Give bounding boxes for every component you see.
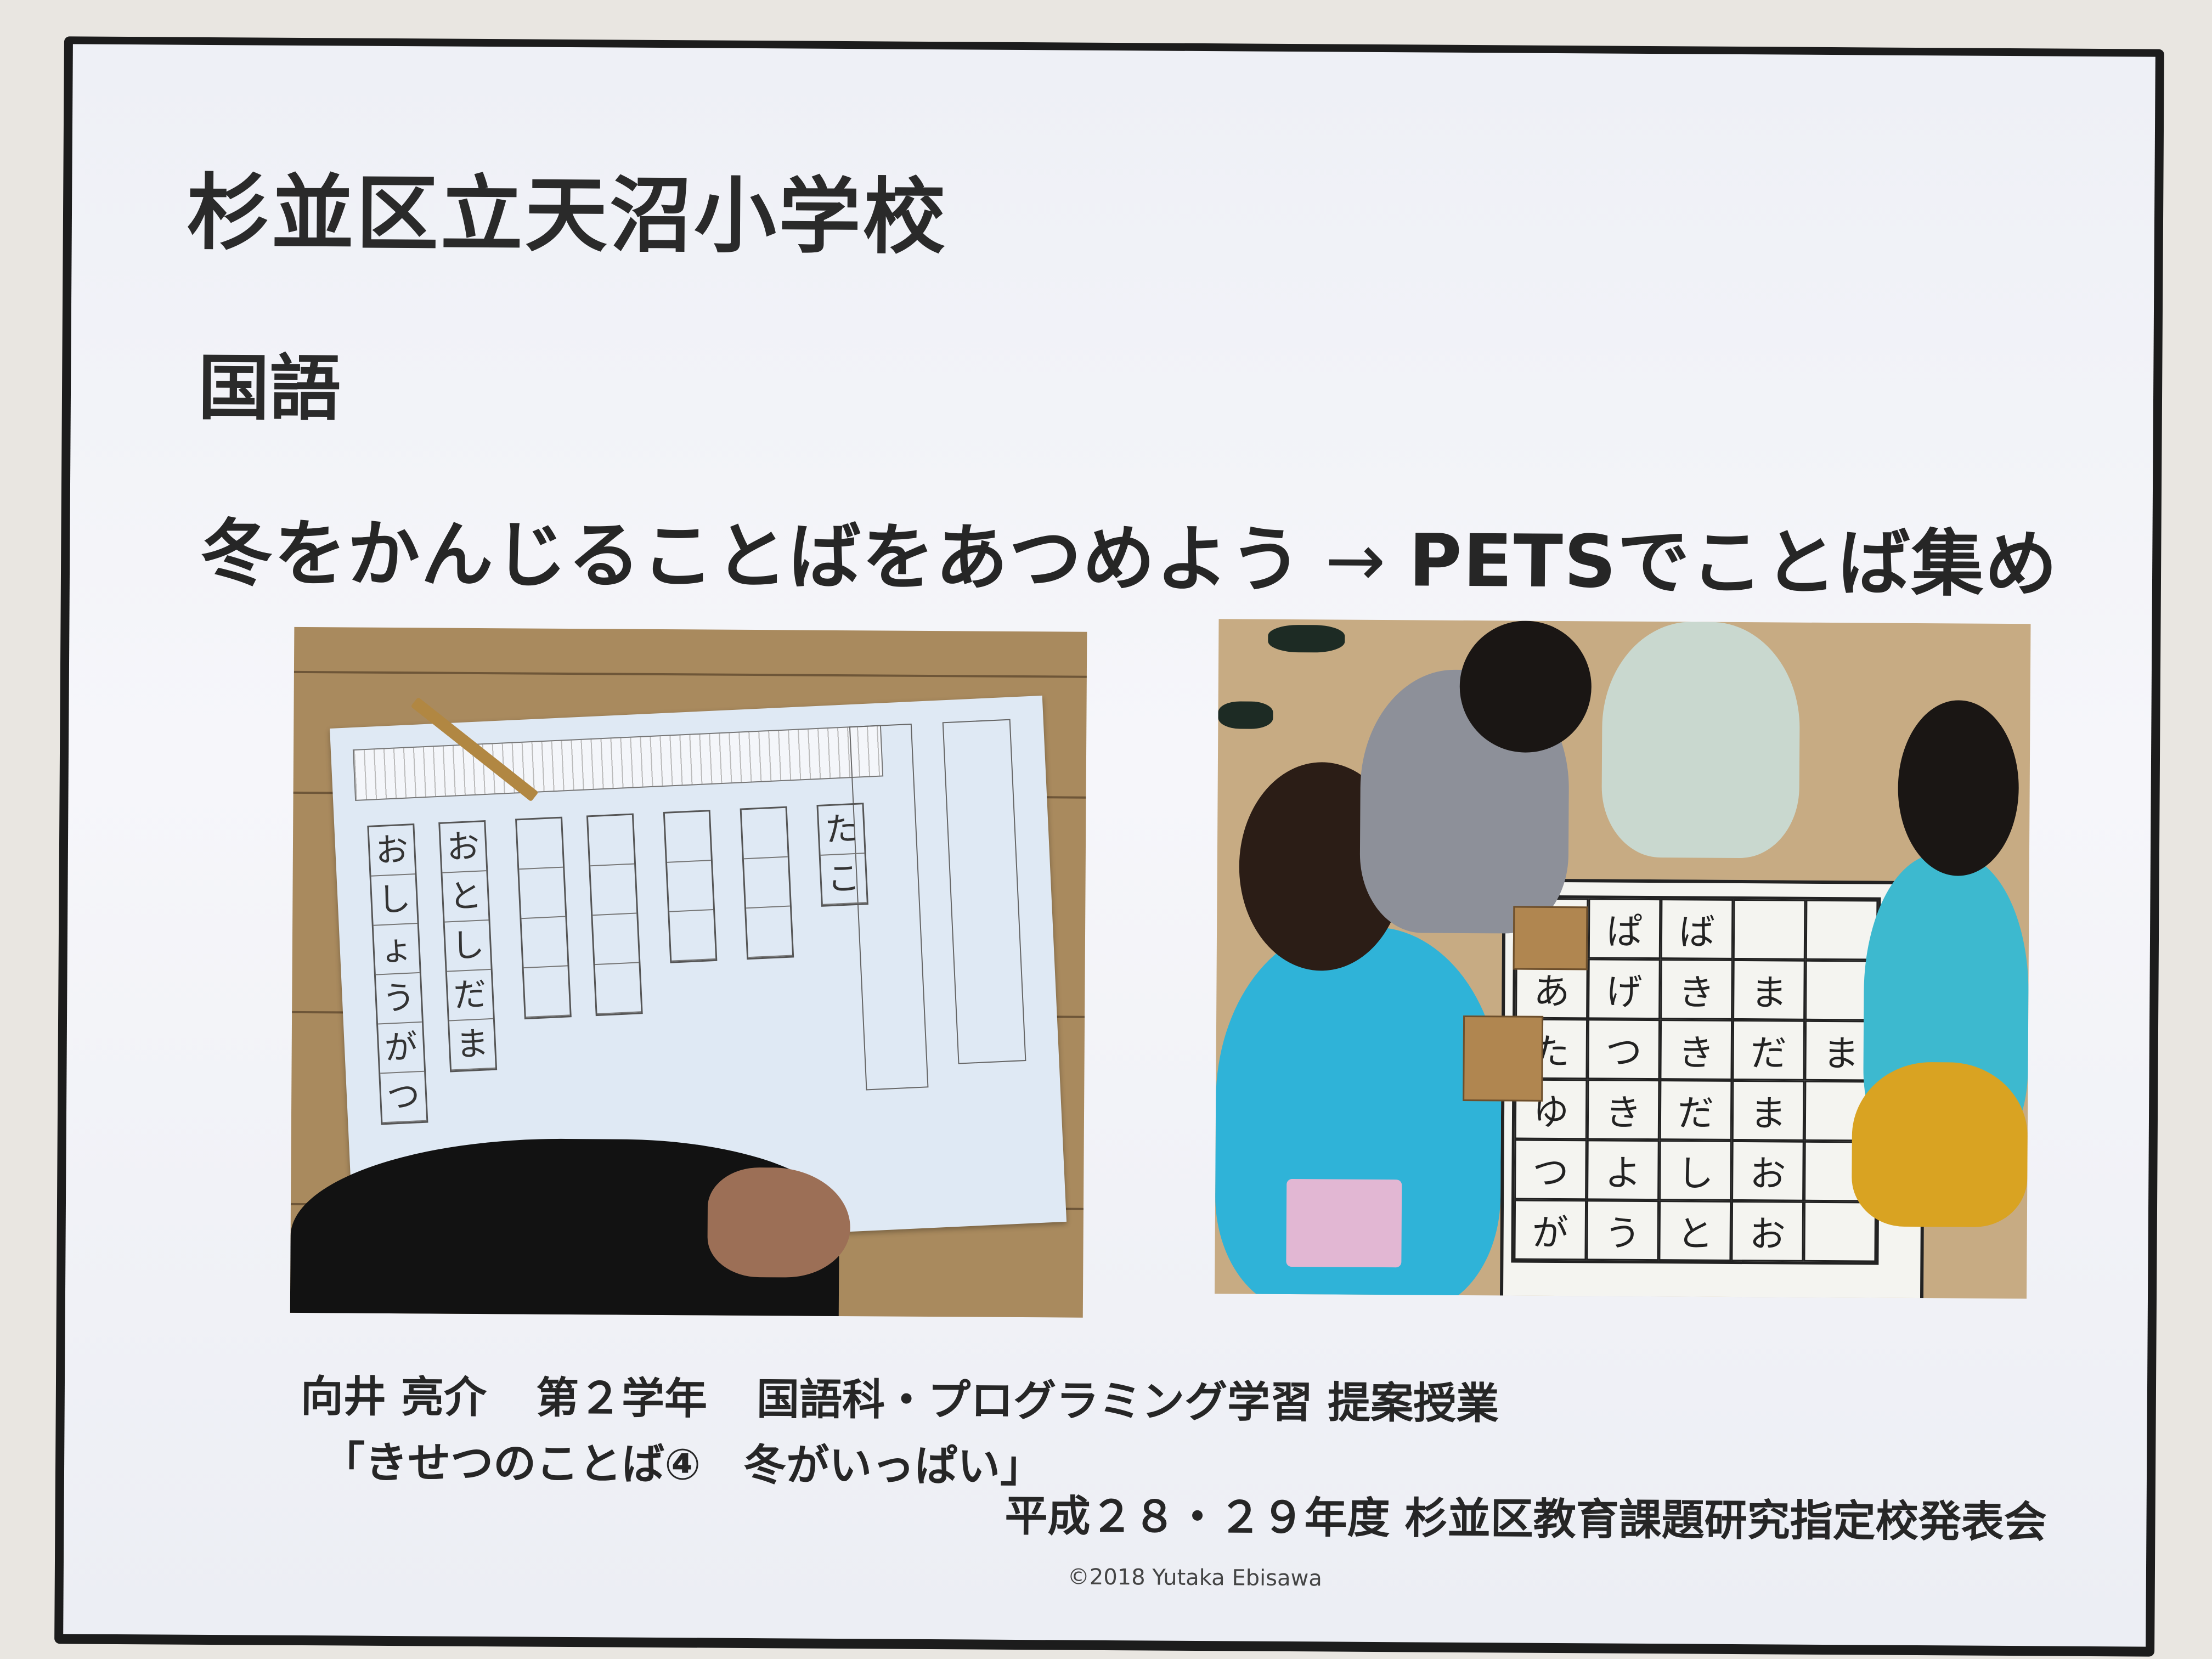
worksheet-header-box <box>942 719 1026 1064</box>
worksheet-photo: たこおとしだまおしょうがつ <box>290 627 1087 1318</box>
pets-robot <box>1463 1015 1544 1102</box>
worksheet-cell: ま <box>449 1019 496 1071</box>
caption-line-3: 平成２８・２９年度 杉並区教育課題研究指定校発表会 <box>1005 1491 2047 1548</box>
shoe <box>1218 701 1273 729</box>
worksheet-cell <box>519 867 566 919</box>
worksheet-cell <box>590 864 637 916</box>
child-green-shirt <box>1601 621 1801 859</box>
topic-text: 冬をかんじることばをあつめよう <box>200 511 1304 603</box>
kana-grid-cell: ぱ <box>1588 898 1661 960</box>
worksheet-cell: と <box>442 871 489 923</box>
kana-grid-cell: だ <box>1659 1080 1733 1141</box>
kana-grid-cell: だ <box>1732 1019 1805 1081</box>
kana-grid-cell: う <box>1586 1200 1660 1261</box>
kana-grid-cell: と <box>1658 1200 1732 1261</box>
grade: 第２学年 <box>535 1373 708 1424</box>
classroom-photo: つぱばあげきまたつきだまゆきだまつよしおがうとお <box>1215 619 2031 1299</box>
copyright: ©2018 Yutaka Ebisawa <box>1067 1564 1322 1592</box>
teacher-name: 向井 亮介 <box>300 1372 487 1423</box>
worksheet-cell: し <box>444 920 491 972</box>
worksheet-cell: つ <box>380 1071 427 1124</box>
kana-grid-cell: が <box>1514 1199 1587 1261</box>
worksheet-cell <box>588 815 635 867</box>
worksheet-cell <box>521 917 568 969</box>
worksheet-answer-column: おとしだま <box>438 820 498 1073</box>
worksheet-cell: お <box>369 825 415 877</box>
worksheet-cell: し <box>371 874 417 926</box>
worksheet-answer-column: おしょうがつ <box>367 823 428 1125</box>
slide-title-school: 杉並区立天沼小学校 <box>187 165 948 266</box>
child-yellow-pants <box>1851 1062 2028 1228</box>
worksheet-cell <box>741 808 788 860</box>
kana-grid-cell: つ <box>1587 1019 1661 1080</box>
worksheet-answer-column <box>740 806 794 960</box>
worksheet-answer-column <box>515 816 572 1020</box>
kana-grid-cell: お <box>1731 1140 1804 1201</box>
worksheet-cell <box>595 963 641 1015</box>
worksheet-cell <box>664 811 711 863</box>
monitor-bezel: 杉並区立天沼小学校 国語 冬をかんじることばをあつめよう → PETSでことば集め … <box>54 36 2164 1657</box>
hiragana-strip <box>352 725 884 801</box>
kana-grid-cell: ま <box>1731 1080 1805 1141</box>
worksheet-cell: う <box>375 973 422 1025</box>
kana-grid-cell: つ <box>1514 1139 1587 1200</box>
worksheet-cell: た <box>818 804 865 856</box>
worksheet-cell <box>517 818 563 870</box>
worksheet-cell <box>523 966 570 1018</box>
shoe <box>1268 624 1345 653</box>
worksheet-instructions-box <box>849 723 929 1091</box>
worksheet-cell <box>743 857 790 909</box>
pink-pouch <box>1286 1178 1402 1268</box>
slide-topic: 冬をかんじることばをあつめよう → PETSでことば集め <box>200 495 2059 611</box>
kana-grid-cell: き <box>1660 1019 1733 1080</box>
kana-grid-cell: し <box>1659 1140 1732 1201</box>
kana-grid-cell: げ <box>1588 958 1661 1020</box>
worksheet-answer-column <box>663 810 718 963</box>
worksheet-cell: が <box>378 1022 425 1074</box>
kana-grid-cell: お <box>1731 1200 1804 1262</box>
kana-grid-cell <box>1733 899 1806 960</box>
kana-grid-cell: き <box>1660 959 1733 1020</box>
presentation-slide: 杉並区立天沼小学校 国語 冬をかんじることばをあつめよう → PETSでことば集め … <box>63 44 2155 1647</box>
worksheet-answer-column: たこ <box>816 803 868 907</box>
kana-grid-cell: ば <box>1660 899 1734 960</box>
worksheet-cell: だ <box>447 969 493 1022</box>
worksheet-cell: こ <box>820 854 867 905</box>
worksheet-cell <box>746 906 793 958</box>
kana-grid-cell: よ <box>1587 1139 1660 1201</box>
floor-plank <box>294 670 1087 678</box>
lesson: 国語科・プログラミング学習 提案授業 <box>756 1375 1499 1429</box>
caption-line-1: 向井 亮介 第２学年 国語科・プログラミング学習 提案授業 <box>301 1362 1499 1431</box>
kana-grid-cell: き <box>1587 1079 1660 1141</box>
worksheet-cell <box>592 913 639 966</box>
child-head <box>1459 620 1592 753</box>
worksheet-cell <box>669 910 716 962</box>
pets-robot <box>1513 906 1588 970</box>
child-head <box>1897 699 2019 877</box>
topic-suffix: PETSでことば集め <box>1408 518 2059 607</box>
worksheet-answer-column <box>586 813 643 1017</box>
worksheet-cell: ょ <box>373 923 420 975</box>
kana-grid-cell: ま <box>1733 959 1805 1020</box>
arrow-icon: → <box>1324 518 1387 603</box>
worksheet-cell <box>667 861 714 912</box>
slide-subject: 国語 <box>198 346 341 431</box>
caption-line-2: 「きせつのことば④ 冬がいっぱい」 <box>321 1438 1043 1492</box>
worksheet-cell: お <box>440 822 487 873</box>
